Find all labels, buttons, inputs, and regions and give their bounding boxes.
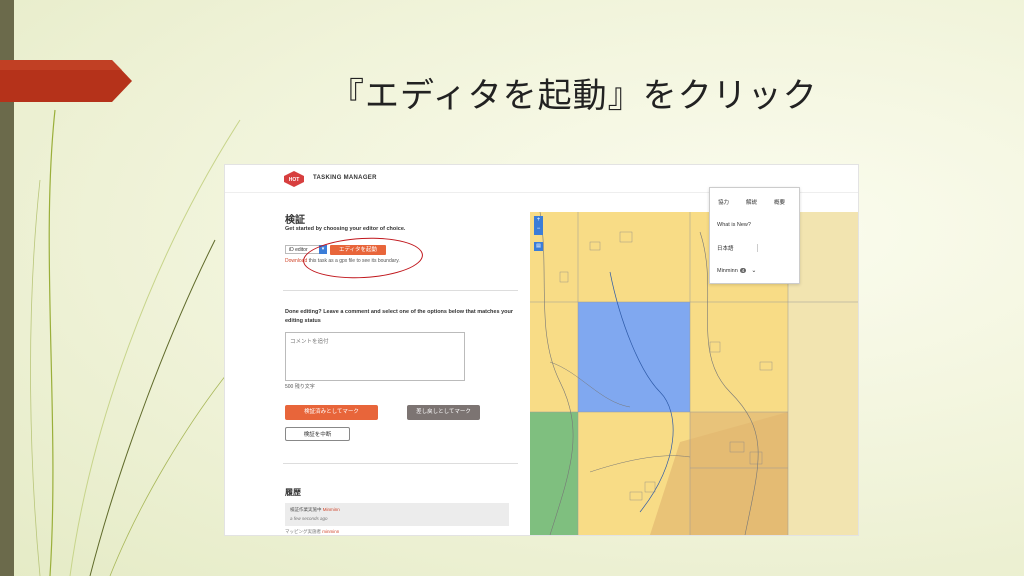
whats-new-link[interactable]: What is New? <box>717 222 751 228</box>
notification-badge: 4 <box>739 268 747 273</box>
mark-validated-button[interactable]: 検証済みとしてマーク <box>285 405 378 420</box>
logo-text: HOT <box>289 177 300 183</box>
history-item: 検証作業実施中 Minminn a few seconds ago <box>285 503 509 526</box>
nav-item-about[interactable]: 概要 <box>774 198 785 206</box>
zoom-in-button[interactable]: + <box>534 216 543 225</box>
divider <box>757 244 758 252</box>
divider <box>283 290 518 291</box>
history-action-line: 検証作業実施中 Minminn <box>290 507 340 513</box>
task-cell <box>530 302 578 412</box>
history-user-link[interactable]: minminn <box>322 529 339 534</box>
language-select[interactable]: 日本語 <box>717 244 734 252</box>
history-item: マッピング実施者 minminn <box>285 529 339 535</box>
mark-invalidated-button[interactable]: 差し戻しとしてマーク <box>407 405 480 420</box>
slide-title: 『エディタを起動』をクリック <box>330 76 818 116</box>
editor-select-value: iD editor <box>289 247 308 253</box>
task-map[interactable]: + − ▤ <box>530 212 858 535</box>
username: Minminn <box>717 268 738 274</box>
task-cell <box>690 302 788 412</box>
done-editing-text: Done editing? Leave a comment and select… <box>285 309 513 324</box>
user-menu-dropdown: 協力 解説 概要 What is New? 日本語 Minminn 4 ⌄ <box>709 187 800 284</box>
brand-name: TASKING MANAGER <box>313 175 377 181</box>
task-cell-validated <box>530 412 578 535</box>
user-menu[interactable]: Minminn 4 ⌄ <box>717 267 756 274</box>
nav-item-learn[interactable]: 解説 <box>746 198 757 206</box>
task-grid-map[interactable] <box>530 212 858 535</box>
history-action: 検証作業実施中 <box>290 507 322 512</box>
zoom-control[interactable]: + − <box>534 216 543 235</box>
editor-intro: Get started by choosing your editor of c… <box>285 226 406 232</box>
history-user-link[interactable]: Minminn <box>323 507 340 512</box>
comment-input[interactable]: コメントを追付 <box>285 332 465 381</box>
char-count: 500 残り文字 <box>285 384 315 390</box>
panel-heading: 検証 <box>285 215 305 226</box>
chevron-down-icon[interactable]: ⌄ <box>751 268 756 274</box>
stop-validation-button[interactable]: 検証を中断 <box>285 427 350 441</box>
history-time: a few seconds ago <box>290 516 328 521</box>
hot-logo: HOT <box>284 171 304 187</box>
history-action: マッピング実施者 <box>285 529 321 534</box>
task-cell-selected <box>578 302 690 412</box>
divider <box>283 463 518 464</box>
zoom-out-button[interactable]: − <box>534 225 543 234</box>
nav-item-contribute[interactable]: 協力 <box>718 198 729 206</box>
title-ribbon <box>0 60 132 102</box>
history-heading: 履歴 <box>285 488 301 497</box>
task-panel: 検証 Get started by choosing your editor o… <box>225 193 525 535</box>
tasking-manager-screenshot: HOT TASKING MANAGER 検証 Get started by ch… <box>225 165 858 535</box>
highlight-ellipse <box>302 234 424 282</box>
layers-icon[interactable]: ▤ <box>534 242 543 251</box>
